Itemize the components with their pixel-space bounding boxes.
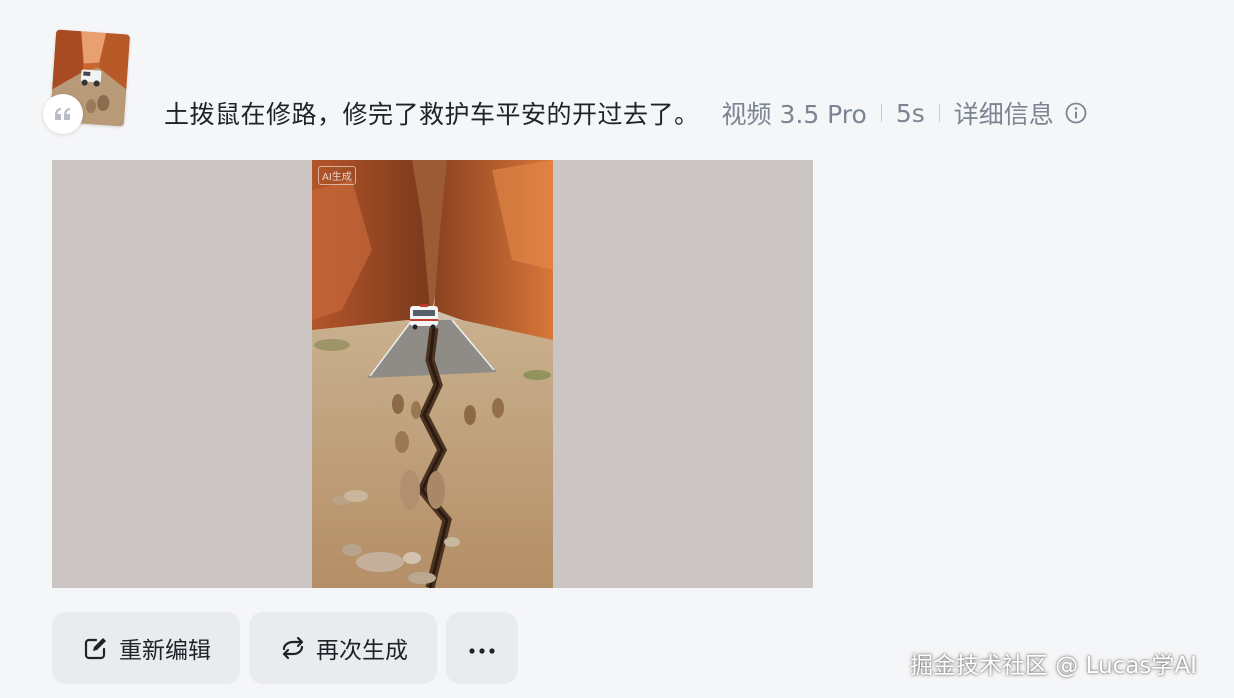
meta-divider (880, 104, 882, 122)
regenerate-label: 再次生成 (316, 638, 408, 664)
refresh-icon (278, 633, 308, 663)
edit-icon (81, 633, 111, 663)
quote-badge (43, 94, 83, 134)
info-circle-icon[interactable] (1064, 101, 1088, 125)
video-frame[interactable]: AI生成 (312, 160, 553, 588)
video-still-image (312, 160, 553, 588)
generation-meta: 视频 3.5 Pro 5s 详细信息 (722, 95, 1088, 131)
action-bar: 重新编辑 再次生成 (52, 612, 518, 684)
duration-label: 5s (895, 98, 925, 128)
regenerate-button[interactable]: 再次生成 (249, 612, 437, 684)
generation-card: 土拨鼠在修路，修完了救护车平安的开过去了。 视频 3.5 Pro 5s 详细信息 (0, 0, 1234, 698)
details-link[interactable]: 详细信息 (954, 95, 1054, 131)
ai-generated-badge: AI生成 (318, 166, 356, 185)
re-edit-label: 重新编辑 (119, 638, 211, 664)
more-options-button[interactable] (446, 612, 518, 684)
site-watermark: 掘金技术社区 @ Lucas学AI (910, 653, 1197, 679)
quote-icon (55, 108, 70, 120)
re-edit-button[interactable]: 重新编辑 (52, 612, 240, 684)
prompt-text: 土拨鼠在修路，修完了救护车平安的开过去了。 (164, 100, 700, 129)
meta-divider (938, 104, 940, 122)
more-icon (468, 635, 496, 661)
model-label: 视频 3.5 Pro (721, 100, 867, 129)
prompt-header: 土拨鼠在修路，修完了救护车平安的开过去了。 视频 3.5 Pro 5s 详细信息 (164, 92, 1088, 134)
video-preview[interactable]: AI生成 (52, 160, 813, 588)
